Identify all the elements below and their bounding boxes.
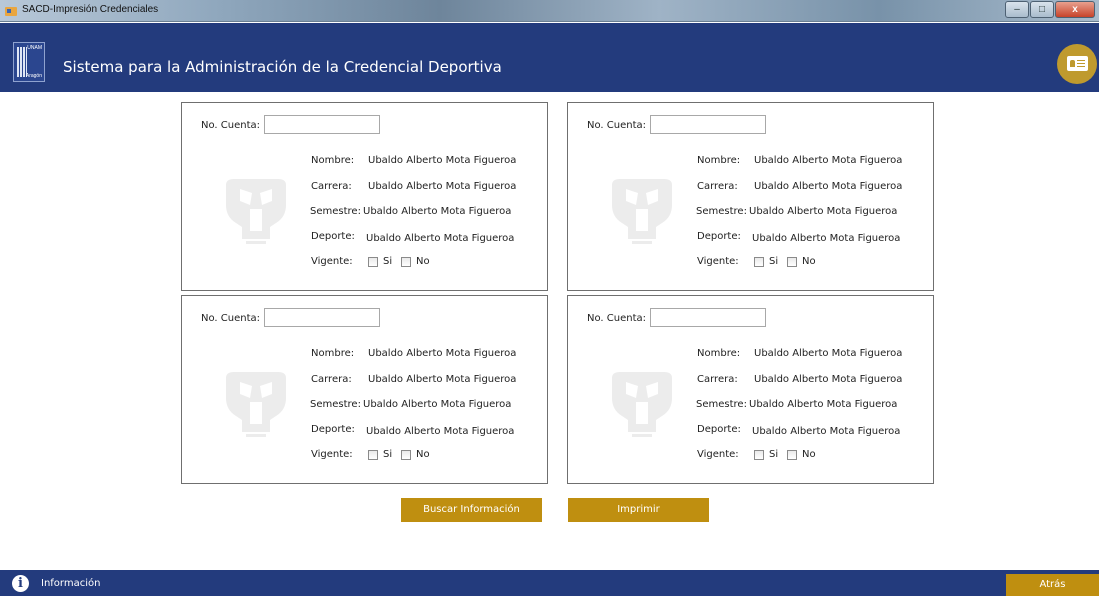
deporte-label: Deporte: [311,231,355,242]
vigente-si-label: Si [383,449,393,460]
deporte-label: Deporte: [697,231,741,242]
carrera-value: Ubaldo Alberto Mota Figueroa [754,374,903,385]
info-label[interactable]: Información [41,578,100,589]
carrera-value: Ubaldo Alberto Mota Figueroa [368,374,517,385]
app-header: UNAM Aragón Sistema para la Administraci… [0,23,1099,92]
no-cuenta-label: No. Cuenta: [201,120,261,131]
page-title: Sistema para la Administración de la Cre… [63,58,502,76]
atras-button[interactable]: Atrás [1006,574,1099,596]
window-title: SACD-Impresión Credenciales [22,4,159,15]
vigente-no-checkbox[interactable] [787,257,797,267]
vigente-no-checkbox[interactable] [401,257,411,267]
buscar-informacion-button[interactable]: Buscar Información [401,498,542,522]
pumas-mascot-icon [226,372,286,437]
semestre-value: Ubaldo Alberto Mota Figueroa [749,206,898,217]
nombre-label: Nombre: [697,155,741,166]
semestre-label: Semestre: [696,399,747,410]
id-card-icon [1067,56,1088,71]
no-cuenta-input[interactable] [264,308,380,327]
window-controls: – □ x [1005,1,1095,18]
imprimir-button[interactable]: Imprimir [568,498,709,522]
vigente-no-label: No [416,449,430,460]
carrera-label: Carrera: [311,181,352,192]
no-cuenta-input[interactable] [650,115,766,134]
no-cuenta-label: No. Cuenta: [587,313,647,324]
credential-panel: No. Cuenta: Nombre: Ubaldo Alberto Mota … [181,102,548,291]
vigente-label: Vigente: [697,256,739,267]
pumas-mascot-icon [612,179,672,244]
vigente-no-label: No [416,256,430,267]
semestre-value: Ubaldo Alberto Mota Figueroa [363,399,512,410]
vigente-no-checkbox[interactable] [401,450,411,460]
deporte-value: Ubaldo Alberto Mota Figueroa [752,233,901,244]
info-icon[interactable]: i [12,575,29,592]
no-cuenta-label: No. Cuenta: [587,120,647,131]
close-button[interactable]: x [1055,1,1095,18]
semestre-label: Semestre: [696,206,747,217]
carrera-label: Carrera: [311,374,352,385]
pumas-mascot-icon [226,179,286,244]
nombre-value: Ubaldo Alberto Mota Figueroa [754,348,903,359]
credential-panel: No. Cuenta: Nombre: Ubaldo Alberto Mota … [181,295,548,484]
carrera-label: Carrera: [697,374,738,385]
vigente-si-checkbox[interactable] [754,450,764,460]
deporte-label: Deporte: [697,424,741,435]
semestre-label: Semestre: [310,206,361,217]
vigente-si-label: Si [769,256,779,267]
vigente-label: Vigente: [311,256,353,267]
credential-panel: No. Cuenta: Nombre: Ubaldo Alberto Mota … [567,102,934,291]
vigente-no-label: No [802,449,816,460]
vigente-no-checkbox[interactable] [787,450,797,460]
deporte-value: Ubaldo Alberto Mota Figueroa [752,426,901,437]
vigente-label: Vigente: [697,449,739,460]
vigente-si-checkbox[interactable] [754,257,764,267]
semestre-label: Semestre: [310,399,361,410]
vigente-no-label: No [802,256,816,267]
nombre-value: Ubaldo Alberto Mota Figueroa [754,155,903,166]
app-icon [5,7,17,16]
no-cuenta-input[interactable] [264,115,380,134]
id-card-button[interactable] [1057,44,1097,84]
deporte-value: Ubaldo Alberto Mota Figueroa [366,233,515,244]
logo-text-top: UNAM [27,45,42,51]
nombre-value: Ubaldo Alberto Mota Figueroa [368,348,517,359]
vigente-si-label: Si [769,449,779,460]
carrera-label: Carrera: [697,181,738,192]
vigente-si-label: Si [383,256,393,267]
nombre-label: Nombre: [311,155,355,166]
credential-panel: No. Cuenta: Nombre: Ubaldo Alberto Mota … [567,295,934,484]
app-footer: i Información Atrás [0,570,1099,596]
deporte-value: Ubaldo Alberto Mota Figueroa [366,426,515,437]
vigente-si-checkbox[interactable] [368,257,378,267]
minimize-button[interactable]: – [1005,1,1029,18]
semestre-value: Ubaldo Alberto Mota Figueroa [363,206,512,217]
vigente-label: Vigente: [311,449,353,460]
semestre-value: Ubaldo Alberto Mota Figueroa [749,399,898,410]
maximize-button[interactable]: □ [1030,1,1054,18]
unam-logo: UNAM Aragón [13,42,45,82]
nombre-value: Ubaldo Alberto Mota Figueroa [368,155,517,166]
nombre-label: Nombre: [311,348,355,359]
pumas-mascot-icon [612,372,672,437]
no-cuenta-label: No. Cuenta: [201,313,261,324]
carrera-value: Ubaldo Alberto Mota Figueroa [754,181,903,192]
carrera-value: Ubaldo Alberto Mota Figueroa [368,181,517,192]
vigente-si-checkbox[interactable] [368,450,378,460]
deporte-label: Deporte: [311,424,355,435]
nombre-label: Nombre: [697,348,741,359]
logo-text-bottom: Aragón [25,73,42,79]
no-cuenta-input[interactable] [650,308,766,327]
window-titlebar: SACD-Impresión Credenciales – □ x [0,0,1099,22]
